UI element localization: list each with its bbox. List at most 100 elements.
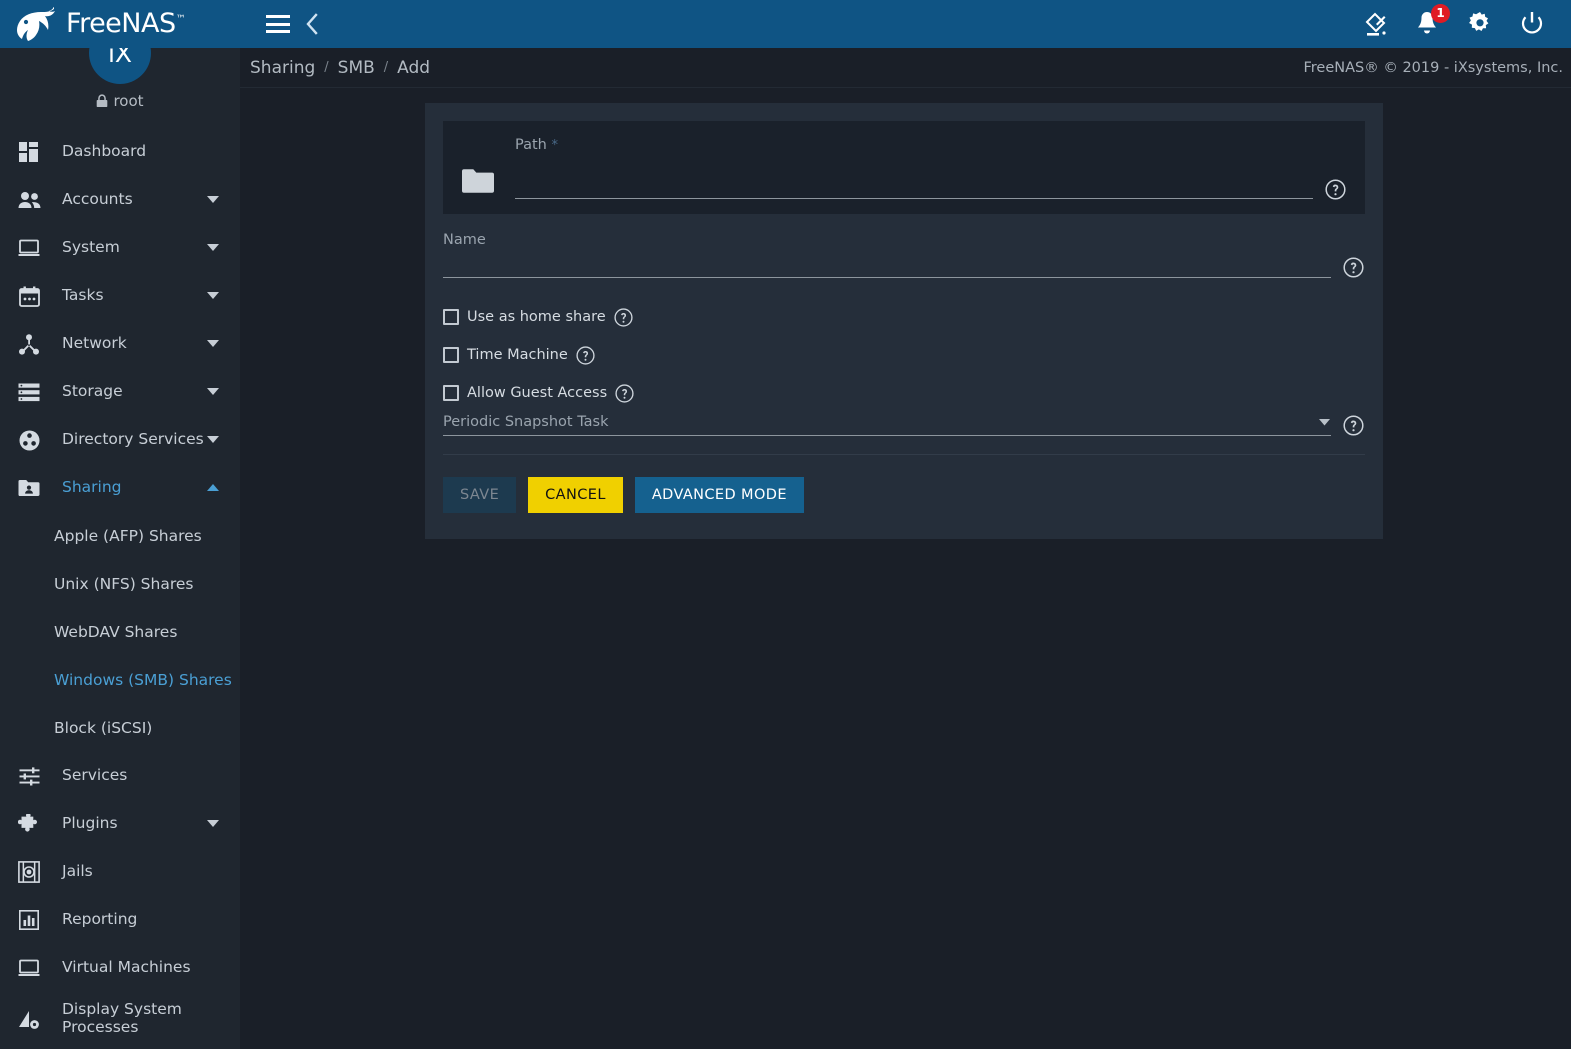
sidebar-item-services[interactable]: Services (0, 752, 240, 800)
notifications-bell-icon[interactable]: 1 (1415, 4, 1450, 37)
hamburger-icon[interactable] (266, 15, 290, 33)
directory-services-icon (14, 430, 44, 451)
settings-gear-icon[interactable] (1467, 11, 1493, 37)
sidebar-subitem-windows-smb-shares[interactable]: Windows (SMB) Shares (0, 656, 240, 704)
checkbox-row-time-machine[interactable]: Time Machine (443, 336, 1365, 374)
sharing-folder-icon (14, 479, 44, 497)
sidebar-subitem-block-iscsi[interactable]: Block (iSCSI) (0, 704, 240, 752)
chevron-down-icon[interactable] (204, 436, 222, 444)
path-label: Path * (515, 137, 1313, 153)
periodic-snapshot-task-select[interactable]: Periodic Snapshot Task (443, 414, 1331, 436)
sidebar-subitem-webdav-shares[interactable]: WebDAV Shares (0, 608, 240, 656)
smb-share-add-form: Path * Name Use as home share Time Machi… (425, 103, 1383, 539)
breadcrumb-item-sharing[interactable]: Sharing (250, 58, 315, 78)
brand-logo-area[interactable]: FreeNAS™ (0, 0, 240, 48)
chevron-down-icon[interactable] (204, 196, 222, 204)
sidebar-item-system[interactable]: System (0, 224, 240, 272)
path-label-text: Path (515, 137, 547, 153)
notification-badge: 1 (1431, 4, 1450, 23)
checkbox-row-allow-guest-access[interactable]: Allow Guest Access (443, 374, 1365, 412)
username-row: root (0, 92, 240, 110)
sidebar-item-network[interactable]: Network (0, 320, 240, 368)
sidebar-item-plugins[interactable]: Plugins (0, 800, 240, 848)
sidebar-item-label: Network (62, 334, 127, 353)
help-circle-icon[interactable] (576, 345, 595, 365)
sidebar-item-tasks[interactable]: Tasks (0, 272, 240, 320)
display-processes-icon (14, 1008, 44, 1030)
sidebar-item-label: Storage (62, 382, 123, 401)
sidebar-subitem-unix-nfs-shares[interactable]: Unix (NFS) Shares (0, 560, 240, 608)
folder-icon[interactable] (461, 167, 495, 195)
tasks-calendar-icon (14, 286, 44, 307)
name-label: Name (443, 232, 486, 248)
chevron-left-icon[interactable] (304, 13, 322, 35)
sidebar-subitem-label: WebDAV Shares (54, 623, 178, 641)
chevron-down-icon[interactable] (1319, 418, 1331, 426)
sidebar-item-label: Jails (62, 862, 93, 881)
sidebar-item-dashboard[interactable]: Dashboard (0, 128, 240, 176)
header-left-controls (240, 13, 322, 35)
chevron-down-icon[interactable] (204, 340, 222, 348)
breadcrumb-item-smb[interactable]: SMB (338, 58, 375, 78)
periodic-snapshot-task-label: Periodic Snapshot Task (443, 414, 609, 430)
chevron-up-icon[interactable] (204, 484, 222, 492)
sidebar-item-storage[interactable]: Storage (0, 368, 240, 416)
sidebar-item-label: Directory Services (62, 430, 204, 449)
freenas-app-window: iX root Dashboard Accounts System Tasks … (0, 0, 1571, 1049)
checkbox-row-use-as-home-share[interactable]: Use as home share (443, 298, 1365, 336)
sidebar-item-label: Sharing (62, 478, 122, 497)
help-circle-icon[interactable] (614, 307, 633, 327)
help-circle-icon[interactable] (1325, 179, 1347, 200)
help-circle-icon[interactable] (1343, 257, 1365, 278)
sidebar-item-virtual-machines[interactable]: Virtual Machines (0, 944, 240, 992)
sidebar-item-label: Display System Processes (62, 1000, 182, 1036)
path-input[interactable] (515, 175, 1313, 199)
allow-guest-access-checkbox[interactable] (443, 385, 459, 401)
advanced-mode-button[interactable]: ADVANCED MODE (634, 477, 804, 513)
dashboard-icon (14, 141, 44, 163)
checkbox-label: Time Machine (467, 347, 568, 363)
power-icon[interactable] (1519, 11, 1545, 37)
plugins-puzzle-icon (14, 813, 44, 835)
username-label: root (113, 92, 144, 110)
storage-stack-icon (14, 383, 44, 402)
name-input[interactable] (443, 254, 1331, 278)
sidebar-item-reporting[interactable]: Reporting (0, 896, 240, 944)
path-picker-block: Path * (443, 121, 1365, 214)
jails-icon (14, 861, 44, 883)
sidebar-item-accounts[interactable]: Accounts (0, 176, 240, 224)
sidebar-item-label: Dashboard (62, 142, 147, 161)
sidebar-item-jails[interactable]: Jails (0, 848, 240, 896)
sidebar-item-label: Plugins (62, 814, 118, 833)
sidebar-item-display-system-processes[interactable]: Display System Processes (0, 992, 240, 1046)
chevron-down-icon[interactable] (204, 820, 222, 828)
required-asterisk: * (551, 138, 558, 153)
breadcrumb-bar: Sharing / SMB / Add FreeNAS® © 2019 - iX… (240, 48, 1571, 88)
lock-icon (96, 94, 108, 108)
sidebar-item-directory-services[interactable]: Directory Services (0, 416, 240, 464)
sidebar-item-label: System (62, 238, 120, 257)
reporting-chart-icon (14, 910, 44, 930)
breadcrumb-separator: / (324, 60, 329, 75)
sidebar-item-sharing[interactable]: Sharing (0, 464, 240, 512)
help-circle-icon[interactable] (615, 383, 634, 403)
services-sliders-icon (14, 766, 44, 786)
sidebar-subitem-label: Windows (SMB) Shares (54, 671, 232, 689)
chevron-down-icon[interactable] (204, 292, 222, 300)
chevron-down-icon[interactable] (204, 388, 222, 396)
sidebar-subitem-apple-afp-shares[interactable]: Apple (AFP) Shares (0, 512, 240, 560)
checkbox-label: Allow Guest Access (467, 385, 608, 401)
help-circle-icon[interactable] (1343, 415, 1365, 436)
name-field-row: Name (443, 232, 1365, 278)
cancel-button[interactable]: CANCEL (528, 477, 623, 513)
use-as-home-share-checkbox[interactable] (443, 309, 459, 325)
time-machine-checkbox[interactable] (443, 347, 459, 363)
top-header: FreeNAS™ 1 (0, 0, 1571, 48)
chevron-down-icon[interactable] (204, 244, 222, 252)
periodic-snapshot-task-row: Periodic Snapshot Task (443, 414, 1365, 436)
theme-paint-icon[interactable] (1363, 11, 1389, 37)
sidebar-subitem-label: Unix (NFS) Shares (54, 575, 194, 593)
sidebar-nav: Dashboard Accounts System Tasks Network … (0, 126, 240, 1046)
save-button[interactable]: SAVE (443, 477, 517, 513)
select-line[interactable]: Periodic Snapshot Task (443, 414, 1331, 436)
